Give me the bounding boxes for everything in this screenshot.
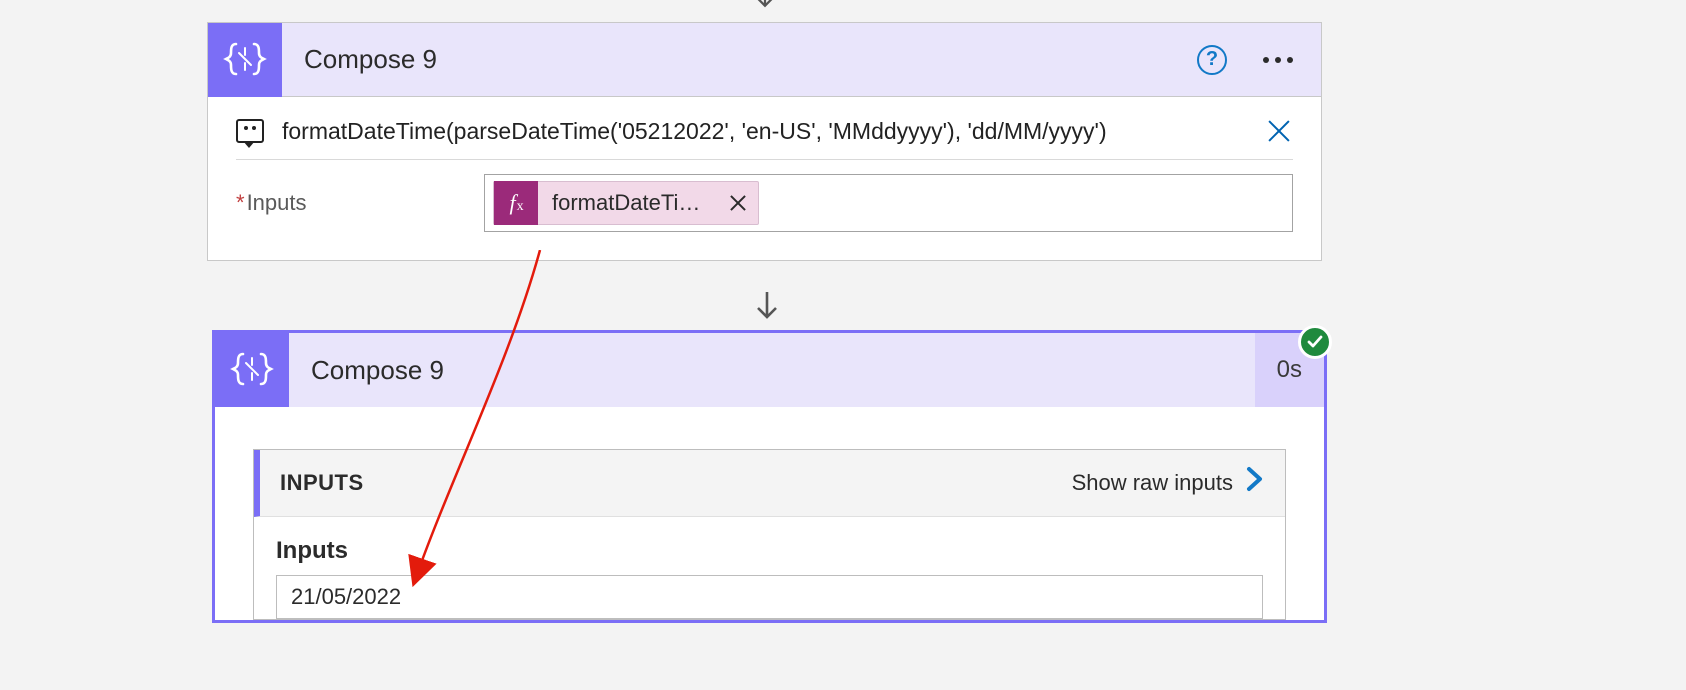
comment-icon [236, 119, 264, 143]
inputs-panel-title: INPUTS [280, 470, 364, 496]
result-value-box: 21/05/2022 [276, 575, 1263, 619]
show-raw-inputs-button[interactable]: Show raw inputs [1072, 466, 1265, 500]
compose-action-card-result[interactable]: Compose 9 0s INPUTS Show raw inputs Inpu… [212, 330, 1327, 623]
braces-icon [230, 351, 274, 389]
delete-comment-button[interactable] [1265, 117, 1293, 145]
inputs-parameter-label: *Inputs [236, 190, 484, 216]
remove-token-button[interactable] [730, 195, 746, 211]
action-comment-row: formatDateTime(parseDateTime('05212022',… [208, 97, 1321, 159]
inputs-panel-header: INPUTS Show raw inputs [254, 450, 1285, 517]
inputs-field[interactable]: fx formatDateTim… [484, 174, 1293, 232]
inputs-label-text: Inputs [247, 190, 307, 215]
result-field-label: Inputs [276, 537, 1263, 565]
card-title[interactable]: Compose 9 [289, 355, 1255, 386]
compose-action-card-designer[interactable]: Compose 9 ? formatDateTime(parseDateTime… [207, 22, 1322, 261]
flow-connector-arrow-top [752, 0, 778, 16]
fx-icon: fx [494, 181, 538, 225]
card-header-result[interactable]: Compose 9 0s [215, 333, 1324, 407]
more-menu-button[interactable] [1263, 57, 1293, 63]
chevron-right-icon [1245, 466, 1265, 500]
expression-token[interactable]: fx formatDateTim… [493, 181, 759, 225]
inputs-parameter-row: *Inputs fx formatDateTim… [208, 160, 1321, 260]
compose-icon-tile [215, 333, 289, 407]
success-badge-icon [1298, 325, 1332, 359]
expression-token-label: formatDateTim… [538, 190, 728, 216]
flow-connector-arrow-middle [752, 292, 782, 328]
card-title[interactable]: Compose 9 [282, 44, 1197, 75]
card-header[interactable]: Compose 9 ? [208, 23, 1321, 97]
comment-text: formatDateTime(parseDateTime('05212022',… [282, 118, 1247, 145]
inputs-result-panel: INPUTS Show raw inputs Inputs 21/05/2022 [253, 449, 1286, 620]
show-raw-inputs-label: Show raw inputs [1072, 470, 1233, 496]
compose-icon-tile [208, 23, 282, 97]
help-icon[interactable]: ? [1197, 45, 1227, 75]
braces-icon [223, 41, 267, 79]
